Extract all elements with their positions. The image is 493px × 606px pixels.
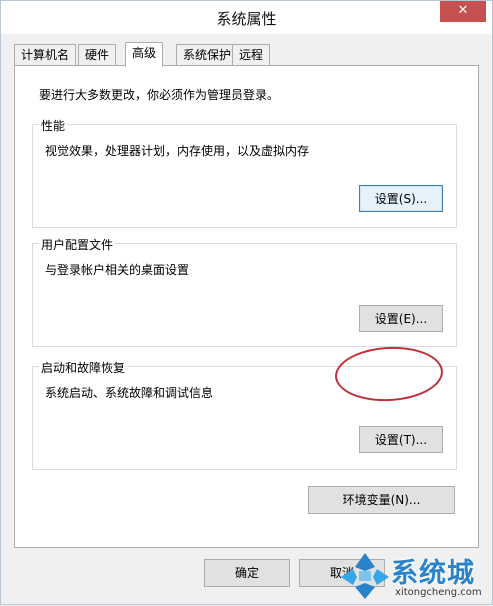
performance-group: 性能 视觉效果，处理器计划，内存使用，以及虚拟内存 设置(S)... [32,117,457,228]
performance-description: 视觉效果，处理器计划，内存使用，以及虚拟内存 [45,144,310,158]
user-profiles-group: 用户配置文件 与登录帐户相关的桌面设置 设置(E)... [32,236,457,347]
tab-strip: 计算机名 硬件 高级 系统保护 远程 [14,42,479,67]
ok-button[interactable]: 确定 [204,559,290,587]
tab-advanced[interactable]: 高级 [125,42,164,67]
user-profiles-settings-button[interactable]: 设置(E)... [359,305,443,332]
watermark-url: xitongcheng.com [395,587,482,598]
admin-notice: 要进行大多数更改，你必须作为管理员登录。 [39,88,280,102]
close-button[interactable]: ✕ [440,1,486,22]
startup-recovery-group: 启动和故障恢复 系统启动、系统故障和调试信息 设置(T)... [32,359,457,470]
tab-system-protection[interactable]: 系统保护 [176,44,239,66]
user-profiles-group-title: 用户配置文件 [39,236,116,253]
close-icon: ✕ [457,3,469,18]
tab-hardware[interactable]: 硬件 [78,44,117,66]
advanced-tab-panel: 要进行大多数更改，你必须作为管理员登录。 性能 视觉效果，处理器计划，内存使用，… [14,65,479,548]
startup-recovery-settings-button[interactable]: 设置(T)... [359,426,443,453]
startup-recovery-description: 系统启动、系统故障和调试信息 [45,386,214,400]
window-title: 系统属性 [216,10,277,28]
tab-computer-name[interactable]: 计算机名 [14,44,77,66]
performance-settings-button[interactable]: 设置(S)... [359,185,443,212]
tab-remote[interactable]: 远程 [232,44,271,66]
environment-variables-button[interactable]: 环境变量(N)... [308,486,455,514]
performance-group-title: 性能 [39,117,68,134]
cancel-button[interactable]: 取消 [299,559,385,587]
title-bar[interactable]: 系统属性 ✕ [1,1,492,34]
system-properties-window: 系统属性 ✕ 计算机名 硬件 高级 系统保护 远程 要进行大多数更改，你必须作为… [0,0,493,605]
startup-recovery-group-title: 启动和故障恢复 [39,359,128,376]
watermark-title: 系统城 [391,558,475,589]
user-profiles-description: 与登录帐户相关的桌面设置 [45,263,190,277]
